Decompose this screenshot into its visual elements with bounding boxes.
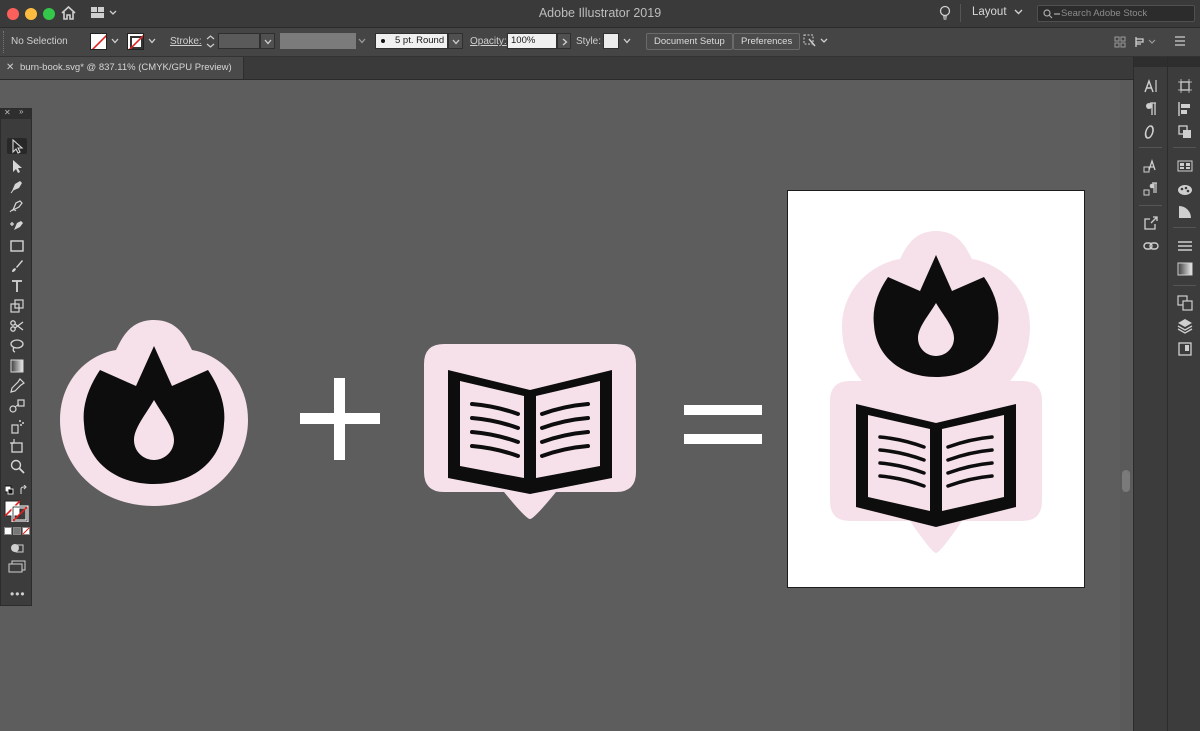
transform-panel-icon[interactable] (1176, 77, 1194, 95)
layers-icon[interactable] (1176, 317, 1194, 335)
search-placeholder: Search Adobe Stock (1061, 8, 1148, 19)
document-tab[interactable]: ✕ burn-book.svg* @ 837.11% (CMYK/GPU Pre… (0, 57, 244, 79)
paragraph-icon[interactable] (1142, 100, 1160, 118)
stroke-label[interactable]: Stroke: (170, 34, 202, 50)
workspace-switcher[interactable]: Layout (972, 6, 1007, 18)
plus-operator (300, 378, 380, 460)
search-stock-field[interactable]: Search Adobe Stock (1037, 5, 1195, 22)
opentype-icon[interactable] (1142, 123, 1160, 141)
title-bar: Adobe Illustrator 2019 Layout Search Ado… (0, 0, 1200, 28)
brush-label: 5 pt. Round (395, 35, 445, 46)
burn-book-logo[interactable] (830, 231, 1042, 553)
opacity-input[interactable]: 100% (507, 33, 557, 49)
character-styles-icon[interactable] (1142, 157, 1160, 175)
style-label: Style: (576, 36, 602, 47)
equals-operator (684, 405, 762, 445)
export-icon[interactable] (1142, 214, 1160, 232)
selection-options-icon[interactable] (803, 34, 829, 51)
opacity-label[interactable]: Opacity: (470, 34, 507, 50)
fill-swatch[interactable] (90, 33, 107, 50)
panel-dock-left (1133, 57, 1167, 731)
brush-dropdown[interactable] (448, 33, 463, 49)
stroke-weight-dropdown[interactable] (260, 33, 275, 49)
artboards-icon[interactable] (1176, 294, 1194, 312)
preferences-button[interactable]: Preferences (733, 33, 801, 50)
document-tab-title: burn-book.svg* @ 837.11% (CMYK/GPU Previ… (20, 62, 232, 73)
artboard[interactable] (787, 190, 1085, 588)
stroke-dropdown-icon[interactable] (148, 37, 156, 47)
control-bar: No Selection Stroke: 5 pt. Round Opacity… (0, 28, 1200, 57)
panel-menu-icon[interactable] (1174, 35, 1186, 50)
asset-export-icon[interactable] (1176, 340, 1194, 358)
opacity-flyout[interactable] (557, 33, 571, 49)
close-tab-icon[interactable]: ✕ (6, 57, 14, 79)
align-panel-icon[interactable] (1176, 100, 1194, 118)
symbols-icon[interactable] (1176, 203, 1194, 221)
opacity-value: 100% (511, 35, 536, 46)
swatches-icon[interactable] (1176, 157, 1194, 175)
fill-dropdown-icon[interactable] (111, 37, 119, 47)
align-icon[interactable] (1114, 36, 1126, 51)
profile-dropdown[interactable] (356, 33, 368, 49)
stroke-weight-input[interactable] (218, 33, 260, 49)
stroke-weight-stepper[interactable] (204, 33, 217, 50)
book-sticker[interactable] (424, 344, 636, 519)
scrollbar-thumb[interactable] (1122, 470, 1130, 492)
brush-dot-icon (381, 39, 385, 43)
selection-status: No Selection (11, 36, 68, 47)
brush-definition[interactable]: 5 pt. Round (375, 33, 448, 49)
flame-sticker[interactable] (60, 320, 248, 506)
graphic-style-swatch[interactable] (603, 33, 619, 49)
stroke-swatch[interactable] (127, 33, 144, 50)
stroke-panel-icon[interactable] (1176, 237, 1194, 255)
search-icon (1043, 9, 1060, 19)
paragraph-styles-icon[interactable] (1142, 180, 1160, 198)
variable-width-profile[interactable] (280, 33, 356, 49)
transform-icon[interactable] (1134, 35, 1158, 52)
panel-dock-right (1167, 57, 1200, 731)
document-setup-button[interactable]: Document Setup (646, 33, 733, 50)
chevron-down-icon[interactable] (1014, 7, 1023, 19)
pathfinder-icon[interactable] (1176, 123, 1194, 141)
vertical-scrollbar[interactable] (1120, 80, 1132, 731)
character-icon[interactable] (1142, 77, 1160, 95)
gradient-panel-icon[interactable] (1176, 260, 1194, 278)
style-dropdown[interactable] (620, 33, 634, 49)
links-icon[interactable] (1142, 237, 1160, 255)
brushes-icon[interactable] (1176, 180, 1194, 198)
lightbulb-icon[interactable] (939, 5, 951, 24)
document-tab-bar: ✕ burn-book.svg* @ 837.11% (CMYK/GPU Pre… (0, 57, 1133, 80)
